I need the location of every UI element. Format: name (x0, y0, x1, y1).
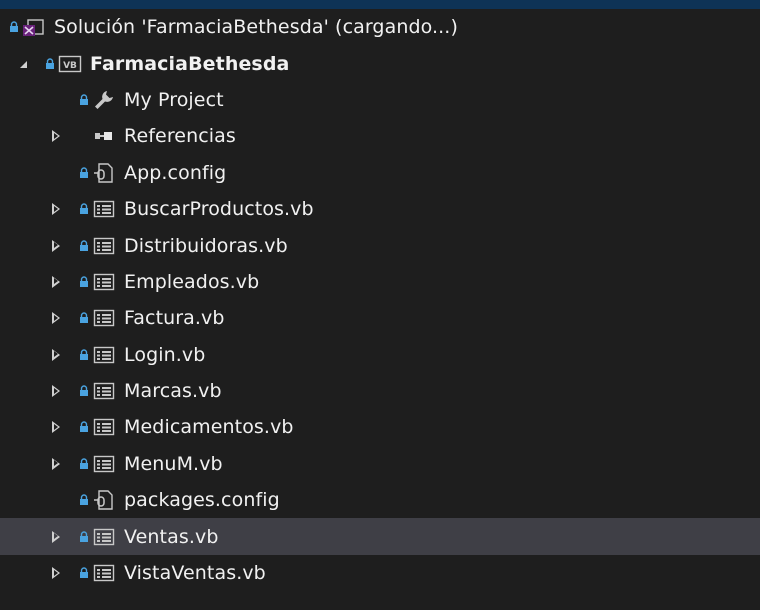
lock-icon (44, 57, 56, 70)
tree-row-factura[interactable]: Factura.vb (0, 300, 760, 336)
expand-toggle[interactable] (18, 59, 44, 69)
form-icon (91, 200, 117, 218)
item-label: VistaVentas.vb (124, 562, 266, 585)
lock-icon (78, 567, 90, 579)
lock-icon (78, 167, 90, 179)
solution-label: Solución 'FarmaciaBethesda' (cargando...… (54, 16, 458, 39)
tree-row-my-project[interactable]: My Project (0, 82, 760, 118)
tree-row-app-config[interactable]: App.config (0, 155, 760, 191)
item-label: Medicamentos.vb (124, 416, 294, 439)
expand-toggle[interactable] (52, 348, 78, 361)
chevron-right-icon (52, 530, 60, 543)
tree-row-distribuidoras[interactable]: Distribuidoras.vb (0, 227, 760, 263)
form-icon (91, 564, 117, 582)
chevron-right-icon (52, 203, 60, 216)
tree-row-login[interactable]: Login.vb (0, 337, 760, 373)
vb-project-icon: VB (57, 54, 83, 74)
item-label: Factura.vb (124, 307, 225, 330)
tree-row-marcas[interactable]: Marcas.vb (0, 373, 760, 409)
chevron-right-icon (52, 385, 60, 398)
form-icon (91, 346, 117, 364)
references-icon (91, 129, 117, 143)
lock-icon (8, 21, 20, 33)
lock-icon (78, 458, 90, 470)
item-label: My Project (124, 88, 224, 111)
form-icon (91, 309, 117, 327)
lock-icon (78, 203, 90, 215)
tree-row-menum[interactable]: MenuM.vb (0, 446, 760, 482)
chevron-right-icon (52, 348, 60, 361)
project-label: FarmaciaBethesda (90, 52, 290, 75)
tree-row-vistaventas[interactable]: VistaVentas.vb (0, 555, 760, 591)
item-label: Login.vb (124, 343, 206, 366)
expand-toggle[interactable] (52, 385, 78, 398)
solution-tree: Solución 'FarmaciaBethesda' (cargando...… (0, 9, 760, 591)
chevron-right-icon (52, 457, 60, 470)
expand-toggle[interactable] (52, 312, 78, 325)
tree-row-packages-config[interactable]: packages.config (0, 482, 760, 518)
chevron-right-icon (52, 275, 60, 288)
panel-top-border (0, 0, 760, 9)
form-icon (91, 455, 117, 473)
solution-icon (21, 16, 47, 38)
tree-row-ventas[interactable]: Ventas.vb (0, 518, 760, 555)
item-label: Marcas.vb (124, 380, 222, 403)
tree-row-references[interactable]: Referencias (0, 118, 760, 154)
expand-toggle[interactable] (52, 203, 78, 216)
form-icon (91, 237, 117, 255)
form-icon (91, 382, 117, 400)
item-label: BuscarProductos.vb (124, 198, 314, 221)
form-icon (91, 273, 117, 291)
item-label: Referencias (124, 125, 236, 148)
expand-toggle[interactable] (52, 239, 78, 252)
lock-icon (78, 94, 90, 106)
tree-row-buscarproductos[interactable]: BuscarProductos.vb (0, 191, 760, 227)
config-file-icon (91, 162, 117, 184)
item-label: Ventas.vb (124, 525, 219, 548)
item-label: Empleados.vb (124, 270, 260, 293)
svg-text:VB: VB (63, 61, 77, 71)
tree-row-empleados[interactable]: Empleados.vb (0, 264, 760, 300)
chevron-right-icon (52, 567, 60, 580)
item-label: Distribuidoras.vb (124, 234, 288, 257)
lock-icon (78, 421, 90, 433)
item-label: packages.config (124, 489, 280, 512)
form-icon (91, 528, 117, 546)
config-file-icon (91, 489, 117, 511)
expand-toggle[interactable] (52, 130, 78, 143)
chevron-right-icon (52, 312, 60, 325)
wrench-icon (91, 89, 117, 111)
lock-icon (78, 530, 90, 543)
lock-icon (78, 239, 90, 252)
solution-explorer-panel: Solución 'FarmaciaBethesda' (cargando...… (0, 0, 760, 610)
lock-icon (78, 276, 90, 288)
item-label: App.config (124, 161, 227, 184)
tree-row-project[interactable]: VB FarmaciaBethesda (0, 45, 760, 81)
lock-icon (78, 349, 90, 361)
expand-toggle[interactable] (52, 421, 78, 434)
item-label: MenuM.vb (124, 452, 223, 475)
form-icon (91, 418, 117, 436)
chevron-right-icon (52, 239, 60, 252)
expand-toggle[interactable] (52, 567, 78, 580)
chevron-right-icon (52, 421, 60, 434)
tree-row-solution[interactable]: Solución 'FarmaciaBethesda' (cargando...… (0, 9, 760, 45)
expand-toggle[interactable] (52, 457, 78, 470)
lock-icon (78, 312, 90, 324)
expand-toggle[interactable] (52, 530, 78, 543)
chevron-expanded-icon (20, 61, 27, 69)
tree-row-medicamentos[interactable]: Medicamentos.vb (0, 409, 760, 445)
expand-toggle[interactable] (52, 275, 78, 288)
lock-icon (78, 385, 90, 397)
chevron-right-icon (52, 130, 60, 143)
lock-icon (78, 494, 90, 506)
